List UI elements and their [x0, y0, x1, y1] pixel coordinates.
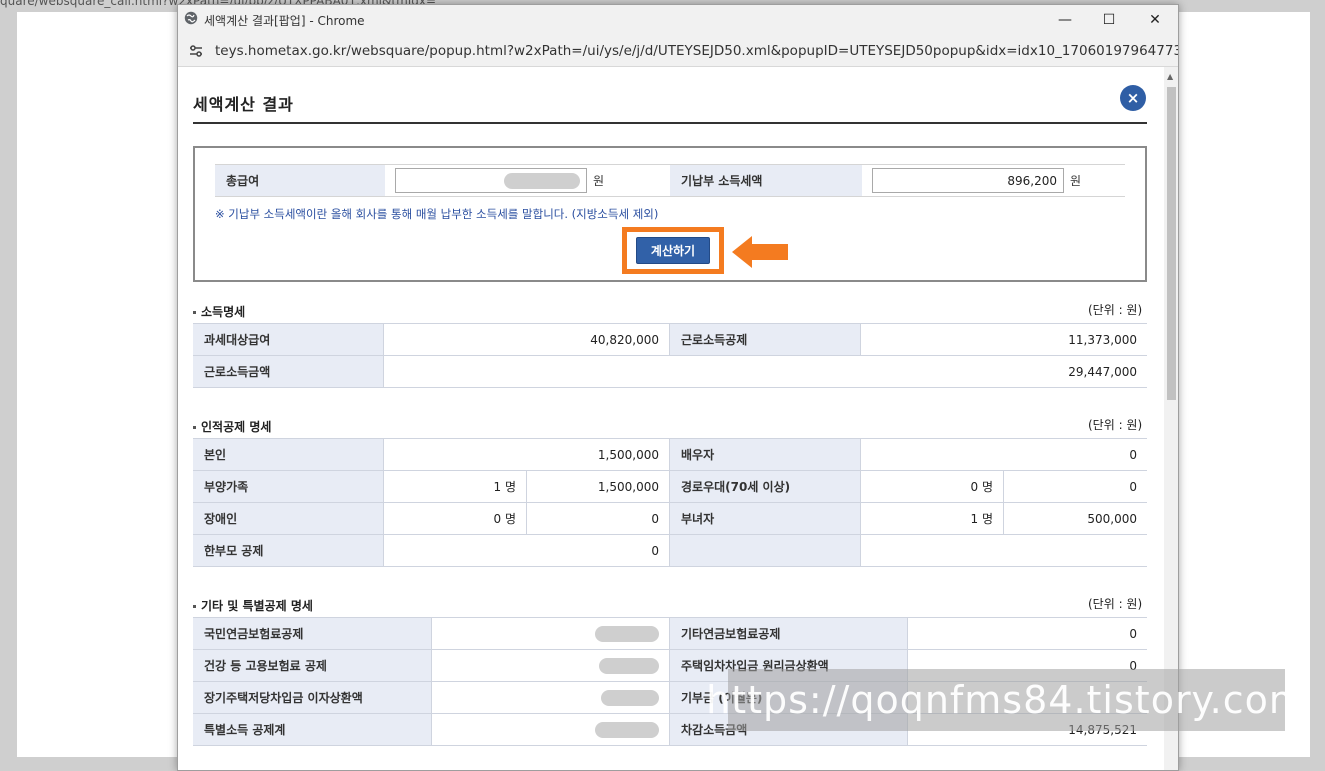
empty-label-cell	[670, 535, 861, 566]
elderly-label: 경로우대(70세 이상)	[670, 471, 861, 502]
table-row: 한부모 공제 0	[193, 535, 1147, 567]
earned-deduction-value: 11,373,000	[1068, 332, 1137, 347]
calc-button-highlight: 계산하기	[622, 227, 724, 274]
income-table: 과세대상급여 40,820,000 근로소득공제 11,373,000 근로소득…	[193, 323, 1147, 388]
woman-label: 부녀자	[670, 503, 861, 534]
vertical-scrollbar[interactable]: ▲	[1164, 67, 1178, 770]
table-row: 부양가족 1 명 1,500,000 경로우대(70세 이상) 0 명 0	[193, 471, 1147, 503]
table-row: 본인 1,500,000 배우자 0	[193, 439, 1147, 471]
url-text[interactable]: teys.hometax.go.kr/websquare/popup.html?…	[215, 43, 1178, 59]
header-divider	[193, 122, 1147, 124]
income-section-title: 소득명세	[193, 303, 245, 320]
title-bar: 세액계산 결과[팝업] - Chrome — ☐ ✕	[178, 5, 1178, 34]
personal-table: 본인 1,500,000 배우자 0 부양가족 1 명 1,500,000 경로…	[193, 438, 1147, 567]
special-total-value	[432, 714, 670, 745]
redacted-value	[601, 689, 659, 706]
prepaid-tax-label: 기납부 소득세액	[670, 165, 862, 196]
earned-deduction-label: 근로소득공제	[670, 324, 861, 355]
redacted-value	[595, 721, 659, 738]
health-label: 건강 등 고용보험료 공제	[193, 650, 432, 681]
mortgage-label: 장기주택저당차입금 이자상환액	[193, 682, 432, 713]
redacted-value	[599, 657, 659, 674]
globe-icon	[184, 11, 198, 25]
popup-content: 세액계산 결과 × 총급여 원 기납부 소득세액 896,200 원 ※ 기납부…	[178, 67, 1164, 770]
health-value	[432, 650, 670, 681]
disabled-value: 0	[527, 503, 670, 534]
taxable-salary-value: 40,820,000	[384, 324, 670, 355]
close-icon[interactable]: ×	[1120, 85, 1146, 111]
empty-value-cell	[861, 535, 1147, 566]
site-settings-icon[interactable]	[188, 43, 204, 59]
disabled-count: 0 명	[384, 503, 527, 534]
calculate-button[interactable]: 계산하기	[636, 237, 710, 264]
earned-income-label: 근로소득금액	[193, 356, 384, 387]
maximize-button[interactable]: ☐	[1086, 5, 1132, 34]
disabled-label: 장애인	[193, 503, 384, 534]
window-title: 세액계산 결과[팝업] - Chrome	[204, 14, 365, 28]
pension-value	[432, 618, 670, 649]
table-row: 국민연금보험료공제 기타연금보험료공제 0	[193, 618, 1147, 650]
scroll-up-icon[interactable]: ▲	[1167, 72, 1173, 81]
self-value: 1,500,000	[384, 439, 670, 470]
personal-unit-label: (단위 : 원)	[1088, 418, 1143, 432]
address-bar: teys.hometax.go.kr/websquare/popup.html?…	[178, 34, 1178, 67]
prepaid-tax-note: ※ 기납부 소득세액이란 올해 회사를 통해 매월 납부한 소득세를 말합니다.…	[215, 207, 659, 221]
woman-count: 1 명	[861, 503, 1004, 534]
dependents-value: 1,500,000	[527, 471, 670, 502]
calc-input-row: 총급여 원 기납부 소득세액 896,200 원	[215, 164, 1125, 197]
orange-arrow-icon	[732, 236, 788, 268]
taxable-salary-label: 과세대상급여	[193, 324, 384, 355]
spouse-label: 배우자	[670, 439, 861, 470]
other-pension-value: 0	[1129, 626, 1137, 641]
scrollbar-thumb[interactable]	[1167, 87, 1176, 400]
earned-income-value: 29,447,000	[1068, 364, 1137, 379]
prepaid-tax-input[interactable]: 896,200	[872, 168, 1064, 193]
pension-label: 국민연금보험료공제	[193, 618, 432, 649]
total-salary-label: 총급여	[215, 165, 385, 196]
window-close-button[interactable]: ✕	[1132, 5, 1178, 34]
popup-window: 세액계산 결과[팝업] - Chrome — ☐ ✕ teys.hometax.…	[177, 4, 1179, 771]
single-parent-value: 0	[384, 535, 670, 566]
other-section-title: 기타 및 특별공제 명세	[193, 597, 313, 614]
table-row: 장애인 0 명 0 부녀자 1 명 500,000	[193, 503, 1147, 535]
page-title: 세액계산 결과	[193, 95, 294, 114]
spouse-value: 0	[1129, 447, 1137, 462]
special-total-label: 특별소득 공제계	[193, 714, 432, 745]
dependents-label: 부양가족	[193, 471, 384, 502]
table-row: 과세대상급여 40,820,000 근로소득공제 11,373,000	[193, 324, 1147, 356]
minimize-button[interactable]: —	[1042, 5, 1088, 34]
dependents-count: 1 명	[384, 471, 527, 502]
redacted-value	[504, 172, 580, 189]
other-unit-label: (단위 : 원)	[1088, 597, 1143, 611]
elderly-count: 0 명	[861, 471, 1004, 502]
single-parent-label: 한부모 공제	[193, 535, 384, 566]
self-label: 본인	[193, 439, 384, 470]
table-row: 근로소득금액 29,447,000	[193, 356, 1147, 388]
watermark: https://qoqnfms84.tistory.com	[706, 669, 1306, 731]
prepaid-tax-unit: 원	[1070, 174, 1082, 188]
total-salary-unit: 원	[593, 174, 605, 188]
income-unit-label: (단위 : 원)	[1088, 303, 1143, 317]
total-salary-input[interactable]	[395, 168, 587, 193]
redacted-value	[595, 625, 659, 642]
woman-value: 500,000	[1087, 511, 1137, 526]
elderly-value: 0	[1129, 479, 1137, 494]
calc-input-box: 총급여 원 기납부 소득세액 896,200 원 ※ 기납부 소득세액이란 올해…	[193, 146, 1147, 282]
personal-section-title: 인적공제 명세	[193, 418, 271, 435]
mortgage-value	[432, 682, 670, 713]
other-pension-label: 기타연금보험료공제	[670, 618, 908, 649]
